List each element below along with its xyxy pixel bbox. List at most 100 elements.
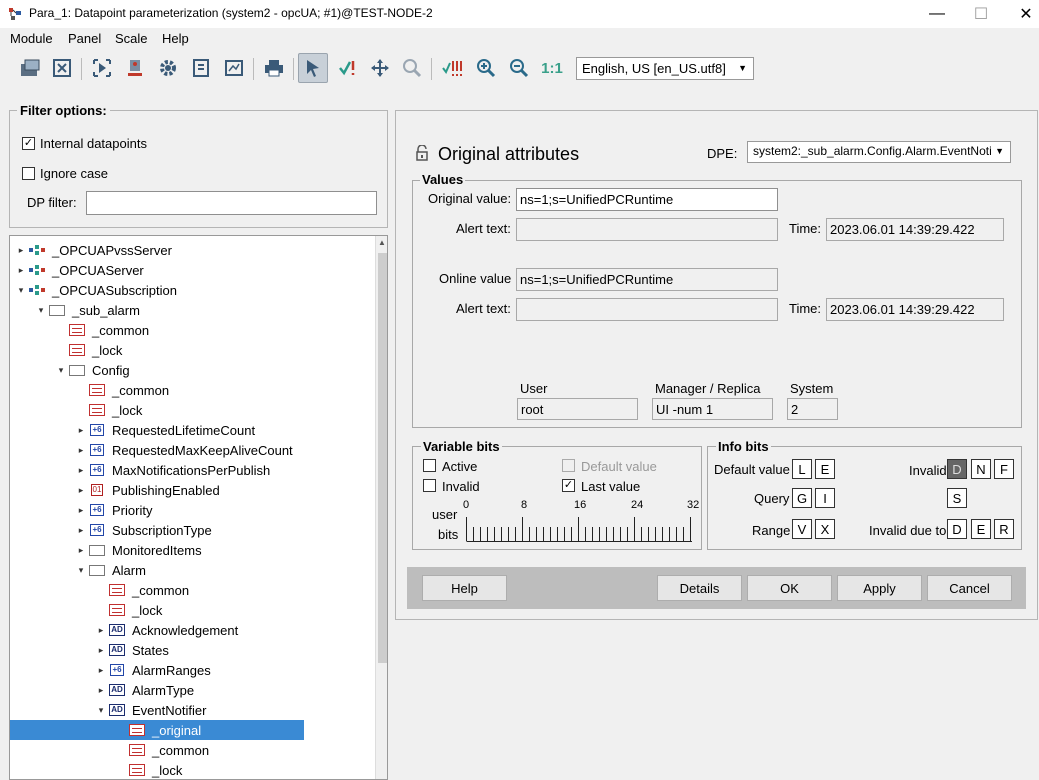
chart-icon[interactable] (219, 53, 249, 83)
help-button[interactable]: Help (422, 575, 507, 601)
bit-d[interactable]: D (947, 459, 967, 479)
tree-item[interactable]: ▸ +6 AlarmRanges (10, 660, 211, 680)
collapsed-arrow-icon[interactable]: ▸ (14, 245, 28, 256)
bit-l[interactable]: L (792, 459, 812, 479)
bit-s[interactable]: S (947, 488, 967, 508)
collapsed-arrow-icon[interactable]: ▸ (74, 545, 88, 556)
tree-item[interactable]: ▸ 01 PublishingEnabled (10, 480, 220, 500)
expanded-arrow-icon[interactable]: ▾ (34, 305, 48, 316)
close-window-button[interactable]: ✕ (1003, 0, 1039, 28)
tree-item[interactable]: _common (10, 740, 209, 760)
open-module-icon[interactable] (15, 53, 45, 83)
collapsed-arrow-icon[interactable]: ▸ (14, 265, 28, 276)
unlock-icon[interactable] (415, 145, 429, 161)
alerts-icon[interactable] (437, 53, 467, 83)
move-icon[interactable] (365, 53, 395, 83)
collapsed-arrow-icon[interactable]: ▸ (74, 505, 88, 516)
collapsed-arrow-icon[interactable]: ▸ (74, 465, 88, 476)
bit-f[interactable]: F (994, 459, 1014, 479)
invalid-checkbox[interactable] (423, 479, 436, 492)
collapsed-arrow-icon[interactable]: ▸ (74, 425, 88, 436)
ok-button[interactable]: OK (747, 575, 832, 601)
collapsed-arrow-icon[interactable]: ▸ (94, 645, 108, 656)
bit-due-r[interactable]: R (994, 519, 1014, 539)
menu-panel[interactable]: Panel (68, 31, 101, 46)
bit-g[interactable]: G (792, 488, 812, 508)
tree-item[interactable]: ▸ _OPCUAPvssServer (10, 240, 172, 260)
tree-item[interactable]: _lock (10, 600, 162, 620)
tree-scrollbar[interactable]: ▲ (375, 236, 387, 779)
expanded-arrow-icon[interactable]: ▾ (14, 285, 28, 296)
tree-item[interactable]: _lock (10, 340, 122, 360)
tree-item[interactable]: ▸ _OPCUAServer (10, 260, 144, 280)
check-icon[interactable] (332, 53, 362, 83)
zoom-in-icon[interactable] (471, 53, 501, 83)
scroll-up-icon[interactable]: ▲ (378, 238, 386, 247)
tree-item[interactable]: ▸ AD Acknowledgement (10, 620, 239, 640)
pointer-icon[interactable] (298, 53, 328, 83)
collapsed-arrow-icon[interactable]: ▸ (94, 685, 108, 696)
tree-item[interactable]: _common (10, 580, 189, 600)
tree-item[interactable]: _common (10, 320, 149, 340)
tree-item[interactable]: _common (10, 380, 169, 400)
tree-item[interactable]: _lock (10, 760, 182, 779)
user-bits-ruler[interactable] (466, 513, 694, 543)
tree-item[interactable]: ▸ +6 Priority (10, 500, 153, 520)
menu-help[interactable]: Help (162, 31, 189, 46)
tree-item[interactable]: ▸ AD States (10, 640, 169, 660)
cancel-button[interactable]: Cancel (927, 575, 1012, 601)
tree-item[interactable]: ▾ Config (10, 360, 130, 380)
collapsed-arrow-icon[interactable]: ▸ (74, 525, 88, 536)
minimize-button[interactable]: — (914, 0, 960, 28)
maximize-button[interactable]: ☐ (958, 0, 1004, 28)
export-icon[interactable] (186, 53, 216, 83)
zoom-reset-button[interactable]: 1:1 (537, 53, 567, 83)
bit-v[interactable]: V (792, 519, 812, 539)
panel-icon[interactable] (120, 53, 150, 83)
tree-item[interactable]: ▾ Alarm (10, 560, 146, 580)
apply-button[interactable]: Apply (837, 575, 922, 601)
menu-scale[interactable]: Scale (115, 31, 148, 46)
bit-i[interactable]: I (815, 488, 835, 508)
tree-item[interactable]: _lock (10, 400, 142, 420)
tree-item[interactable]: _original (10, 720, 304, 740)
bit-due-e[interactable]: E (971, 519, 991, 539)
tree-item[interactable]: ▸ +6 RequestedMaxKeepAliveCount (10, 440, 293, 460)
collapsed-arrow-icon[interactable]: ▸ (74, 485, 88, 496)
run-icon[interactable] (87, 53, 117, 83)
tree-item[interactable]: ▸ AD AlarmType (10, 680, 194, 700)
bit-n[interactable]: N (971, 459, 991, 479)
collapsed-arrow-icon[interactable]: ▸ (94, 625, 108, 636)
print-icon[interactable] (259, 53, 289, 83)
internal-datapoints-checkbox[interactable]: ✓ (22, 137, 35, 150)
active-checkbox[interactable] (423, 459, 436, 472)
ignore-case-checkbox[interactable] (22, 167, 35, 180)
dpe-select[interactable]: system2:_sub_alarm.Config.Alarm.EventNot… (747, 141, 1011, 163)
zoom-out-icon[interactable] (504, 53, 534, 83)
tree-item[interactable]: ▾ AD EventNotifier (10, 700, 207, 720)
original-value-field[interactable]: ns=1;s=UnifiedPCRuntime (516, 188, 778, 211)
details-button[interactable]: Details (657, 575, 742, 601)
collapsed-arrow-icon[interactable]: ▸ (94, 665, 108, 676)
bit-due-d[interactable]: D (947, 519, 967, 539)
tree-item[interactable]: ▸ MonitoredItems (10, 540, 202, 560)
tree-item[interactable]: ▸ +6 SubscriptionType (10, 520, 212, 540)
collapsed-arrow-icon[interactable]: ▸ (74, 445, 88, 456)
tree-item[interactable]: ▾ _sub_alarm (10, 300, 140, 320)
expanded-arrow-icon[interactable]: ▾ (94, 705, 108, 716)
expanded-arrow-icon[interactable]: ▾ (54, 365, 68, 376)
tree-item[interactable]: ▸ +6 MaxNotificationsPerPublish (10, 460, 271, 480)
expanded-arrow-icon[interactable]: ▾ (74, 565, 88, 576)
tree-item[interactable]: ▸ +6 RequestedLifetimeCount (10, 420, 255, 440)
bit-x[interactable]: X (815, 519, 835, 539)
zoom-glass-icon[interactable] (397, 53, 427, 83)
language-select[interactable]: English, US [en_US.utf8] ▼ (576, 57, 754, 80)
last-value-checkbox[interactable]: ✓ (562, 479, 575, 492)
datapoint-tree[interactable]: ▸ _OPCUAPvssServer ▸ _OPCUAServer ▾ _OPCUASub… (9, 235, 388, 780)
bit-e[interactable]: E (815, 459, 835, 479)
close-module-icon[interactable] (47, 53, 77, 83)
settings-icon[interactable] (153, 53, 183, 83)
tree-item[interactable]: ▾ _OPCUASubscription (10, 280, 177, 300)
scrollbar-thumb[interactable] (378, 253, 387, 663)
menu-module[interactable]: Module (10, 31, 53, 46)
